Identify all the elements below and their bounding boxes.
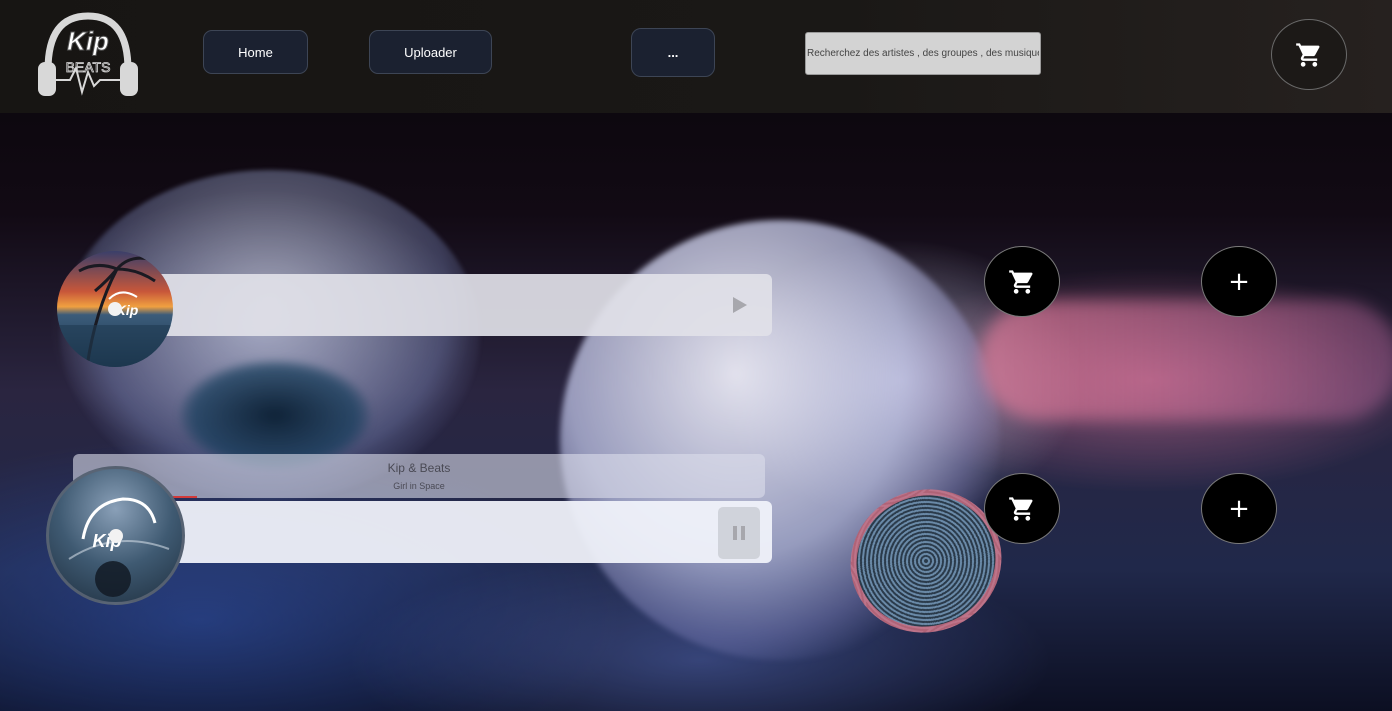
earbud-cable xyxy=(980,300,1392,420)
track-player-2 xyxy=(150,501,772,563)
track-title: Girl in Space xyxy=(393,481,445,491)
headphones-logo-icon: Kip BEATS xyxy=(38,12,138,96)
kip-beats-logo[interactable]: Kip BEATS xyxy=(36,10,140,102)
play-button[interactable] xyxy=(730,294,750,316)
cover-center-dot xyxy=(108,302,122,316)
top-header: Kip BEATS Home Uploader ... xyxy=(0,0,1392,113)
header-cart-button[interactable] xyxy=(1271,19,1347,90)
track-artist: Kip & Beats xyxy=(387,461,451,475)
home-button[interactable]: Home xyxy=(203,30,308,74)
pause-button[interactable] xyxy=(718,507,760,559)
plus-icon: + xyxy=(1228,493,1250,524)
track-player-1 xyxy=(150,274,772,336)
cart-icon xyxy=(1009,269,1033,294)
add-to-playlist-button-1[interactable]: + xyxy=(1201,246,1277,317)
track-progress-bar[interactable] xyxy=(173,496,198,498)
plus-icon: + xyxy=(1228,266,1250,297)
search-input[interactable] xyxy=(805,32,1041,75)
add-to-cart-button-1[interactable] xyxy=(984,246,1060,317)
uploader-button[interactable]: Uploader xyxy=(369,30,492,74)
play-icon xyxy=(733,297,747,313)
logo-text-top: Kip xyxy=(67,26,109,56)
logo-text-bottom: BEATS xyxy=(66,59,111,75)
pause-icon xyxy=(733,526,745,540)
cover-center-dot xyxy=(109,529,123,543)
album-cover-1[interactable]: Kip xyxy=(57,251,173,367)
cart-icon xyxy=(1009,496,1033,521)
now-playing-info: Kip & Beats Girl in Space xyxy=(73,454,765,498)
add-to-cart-button-2[interactable] xyxy=(984,473,1060,544)
album-cover-2[interactable]: Kip xyxy=(46,466,185,605)
cart-icon xyxy=(1296,42,1320,67)
more-button[interactable]: ... xyxy=(631,28,715,77)
add-to-playlist-button-2[interactable]: + xyxy=(1201,473,1277,544)
